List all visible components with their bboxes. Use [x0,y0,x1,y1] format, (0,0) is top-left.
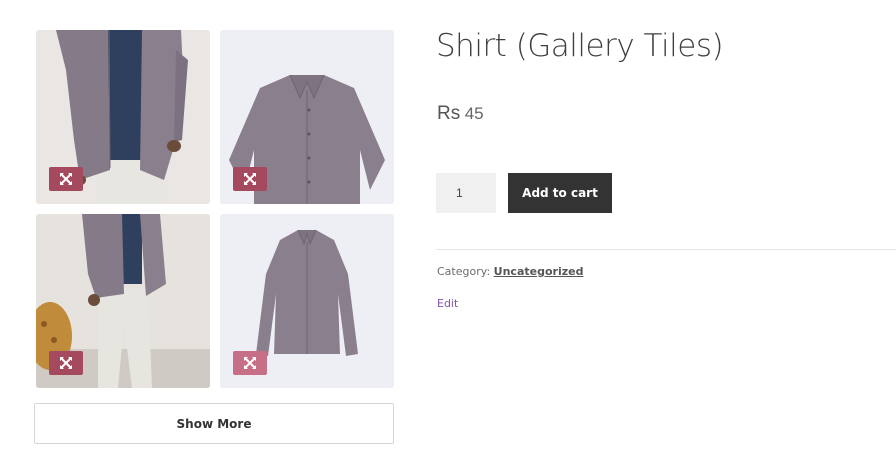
edit-link[interactable]: Edit [437,297,458,310]
show-more-button[interactable]: Show More [34,403,394,444]
expand-icon [244,173,256,185]
category-link[interactable]: Uncategorized [494,265,584,278]
zoom-button[interactable] [233,167,267,191]
expand-icon [60,173,72,185]
price-currency: Rs [437,103,461,124]
product-price: Rs 45 [437,103,484,125]
price-amount: 45 [464,104,484,123]
zoom-button[interactable] [49,167,83,191]
add-to-cart-button[interactable]: Add to cart [508,173,612,213]
zoom-button[interactable] [49,351,83,375]
product-title: Shirt (Gallery Tiles) [436,28,724,64]
quantity-input[interactable] [436,173,496,213]
gallery-image-model-front[interactable] [36,30,210,204]
expand-icon [60,357,72,369]
expand-icon [244,357,256,369]
gallery-image-shirt-hanging[interactable] [220,214,394,388]
gallery-image-model-side[interactable] [36,214,210,388]
gallery-image-shirt-flat[interactable] [220,30,394,204]
product-category: Category: Uncategorized [437,265,583,278]
category-label: Category: [437,265,491,278]
zoom-button[interactable] [233,351,267,375]
divider [436,249,896,250]
